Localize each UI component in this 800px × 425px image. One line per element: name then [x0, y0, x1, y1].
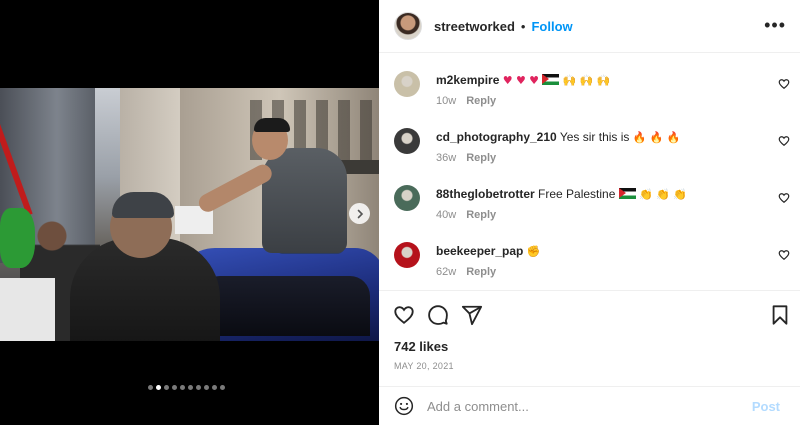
reply-button[interactable]: Reply	[466, 209, 496, 221]
reply-button[interactable]: Reply	[466, 152, 496, 164]
photo-seated-man-cap	[254, 118, 290, 132]
comment-like-icon[interactable]	[778, 249, 790, 261]
comment-row: m2kempire ♥ ♥ ♥ 🙌 🙌 🙌 10w Reply	[379, 66, 800, 123]
palestine-flag-icon	[542, 74, 560, 85]
header-bullet: •	[520, 18, 526, 34]
fire-icon: 🔥	[632, 131, 647, 144]
post-photo[interactable]	[0, 88, 379, 341]
comment-text: cd_photography_210 Yes sir this is 🔥 🔥 🔥	[436, 130, 681, 144]
comment-row: 88theglobetrotter Free Palestine 👏 👏 👏 4…	[379, 180, 800, 237]
comment-input[interactable]	[427, 395, 727, 417]
carousel-dot	[180, 385, 185, 390]
comment-timestamp[interactable]: 40w	[436, 209, 456, 221]
photo-front-man-cap	[112, 192, 174, 218]
fire-icon: 🔥	[649, 131, 664, 144]
commenter-avatar[interactable]	[394, 242, 420, 268]
comment-meta: 62w Reply	[436, 266, 496, 278]
add-comment-bar: Post	[379, 386, 800, 425]
clapping-hands-icon: 👏	[656, 188, 670, 201]
comment-body: Free Palestine	[538, 187, 616, 201]
reply-button[interactable]: Reply	[466, 95, 496, 107]
commenter-username[interactable]: beekeeper_pap	[436, 244, 523, 258]
carousel-dot	[156, 385, 161, 390]
carousel-dot	[172, 385, 177, 390]
red-heart-icon: ♥	[502, 74, 513, 87]
paper-plane-icon[interactable]	[461, 304, 483, 326]
palestine-flag-icon	[618, 188, 636, 199]
photo-seated-man	[262, 148, 347, 253]
carousel-dot	[148, 385, 153, 390]
author-username[interactable]: streetworked	[434, 19, 515, 34]
commenter-username[interactable]: m2kempire	[436, 73, 499, 87]
fire-icon: 🔥	[666, 131, 681, 144]
comment-meta: 40w Reply	[436, 209, 496, 221]
commenter-avatar[interactable]	[394, 71, 420, 97]
clapping-hands-icon: 👏	[639, 188, 653, 201]
raised-hands-icon: 🙌	[579, 74, 594, 87]
carousel-dot	[220, 385, 225, 390]
comment-like-icon[interactable]	[778, 135, 790, 147]
comment-text: 88theglobetrotter Free Palestine 👏 👏 👏	[436, 187, 687, 201]
bookmark-icon[interactable]	[769, 304, 791, 326]
photo-green-flag	[0, 208, 35, 268]
post-comment-button[interactable]: Post	[752, 399, 780, 414]
red-heart-icon: ♥	[529, 74, 540, 87]
follow-button[interactable]: Follow	[531, 19, 572, 34]
commenter-username[interactable]: cd_photography_210	[436, 130, 557, 144]
post-media-panel	[0, 0, 379, 425]
post-date: MAY 20, 2021	[394, 361, 454, 371]
comment-row: beekeeper_pap ✊ 62w Reply	[379, 237, 800, 294]
comment-body: Yes sir this is	[559, 130, 630, 144]
comment-text: m2kempire ♥ ♥ ♥ 🙌 🙌 🙌	[436, 73, 611, 87]
carousel-dot	[188, 385, 193, 390]
comment-timestamp[interactable]: 10w	[436, 95, 456, 107]
raised-hands-icon: 🙌	[562, 74, 577, 87]
raised-hands-icon: 🙌	[596, 74, 611, 87]
photo-car-window	[200, 276, 370, 336]
photo-white-bag	[0, 278, 55, 341]
carousel-dot	[196, 385, 201, 390]
comment-timestamp[interactable]: 36w	[436, 152, 456, 164]
carousel-dot	[204, 385, 209, 390]
post-side-panel: streetworked • Follow ••• m2kempire ♥ ♥ …	[379, 0, 800, 425]
comment-meta: 10w Reply	[436, 95, 496, 107]
carousel-indicator	[148, 385, 225, 390]
comment-row: cd_photography_210 Yes sir this is 🔥 🔥 🔥…	[379, 123, 800, 180]
comment-timestamp[interactable]: 62w	[436, 266, 456, 278]
speech-bubble-icon[interactable]	[427, 304, 449, 326]
clapping-hands-icon: 👏	[673, 188, 687, 201]
heart-outline-icon[interactable]	[393, 304, 415, 326]
carousel-next-button[interactable]	[349, 203, 370, 224]
comment-like-icon[interactable]	[778, 192, 790, 204]
comment-meta: 36w Reply	[436, 152, 496, 164]
author-avatar[interactable]	[394, 12, 422, 40]
action-bar	[379, 290, 800, 334]
commenter-avatar[interactable]	[394, 185, 420, 211]
more-options-button[interactable]: •••	[764, 14, 786, 36]
carousel-dot	[212, 385, 217, 390]
like-count[interactable]: 742 likes	[394, 339, 448, 354]
red-heart-icon: ♥	[515, 74, 526, 87]
raised-fist-icon: ✊	[526, 245, 541, 258]
reply-button[interactable]: Reply	[466, 266, 496, 278]
commenter-avatar[interactable]	[394, 128, 420, 154]
smiley-icon[interactable]	[394, 396, 414, 416]
carousel-dot	[164, 385, 169, 390]
comment-text: beekeeper_pap ✊	[436, 244, 540, 258]
commenter-username[interactable]: 88theglobetrotter	[436, 187, 535, 201]
post-header: streetworked • Follow •••	[379, 0, 800, 53]
comment-like-icon[interactable]	[778, 78, 790, 90]
chevron-right-icon	[357, 209, 363, 218]
comment-list: m2kempire ♥ ♥ ♥ 🙌 🙌 🙌 10w Reply cd_photogr…	[379, 66, 800, 294]
